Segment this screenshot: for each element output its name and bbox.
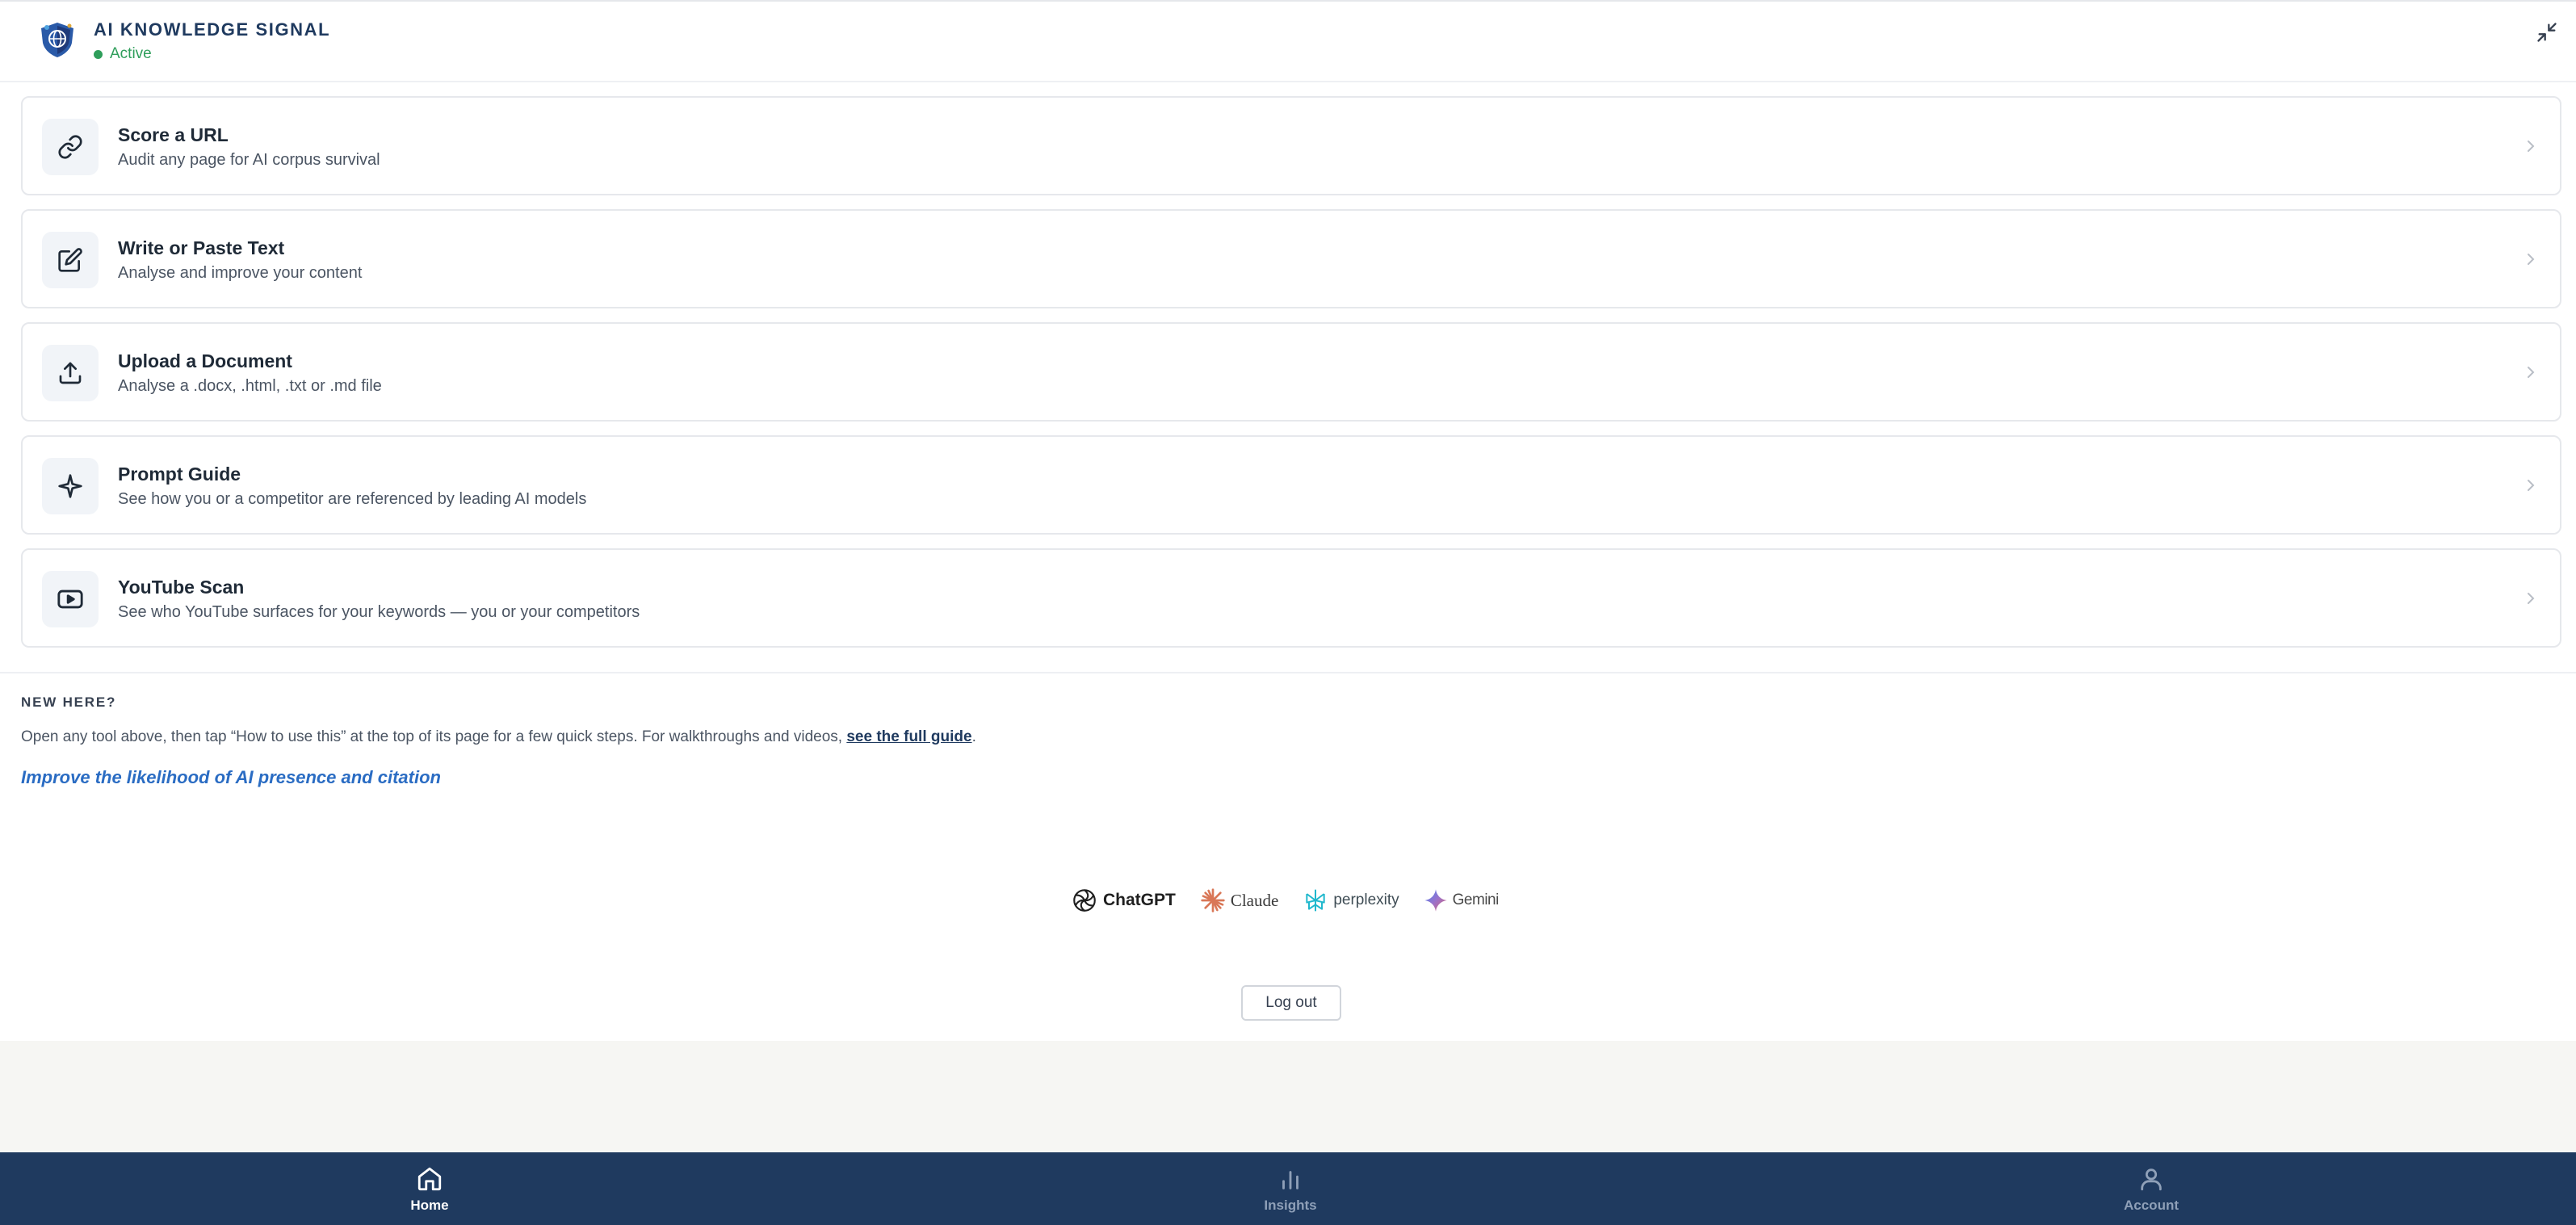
footer-spacer [0,1041,2576,1152]
chevron-right-icon [2528,480,2535,491]
status-dot [94,49,103,59]
card-subtitle: Audit any page for AI corpus survival [118,151,380,169]
nav-label: Home [410,1198,449,1213]
card-title: YouTube Scan [118,577,245,598]
youtube-icon [57,589,83,609]
app-title: AI KNOWLEDGE SIGNAL [94,19,331,40]
card-icon-box [42,458,99,514]
user-icon [2141,1168,2162,1191]
section-divider [0,672,2576,673]
gemini-sparkle-icon [1424,889,1447,912]
sparkle-icon [58,474,82,498]
new-here-heading: NEW HERE? [21,694,117,710]
app: AI KNOWLEDGE SIGNAL Active Score a URL A… [0,0,2576,1225]
nav-label: Insights [1264,1198,1317,1213]
home-icon [417,1167,442,1191]
tool-card-prompt-guide[interactable]: Prompt Guide See how you or a competitor… [21,435,2561,535]
tool-card-youtube-scan[interactable]: YouTube Scan See who YouTube surfaces fo… [21,548,2561,648]
card-icon-box [42,571,99,627]
upload-icon [59,362,82,384]
chevron-right-icon [2528,593,2535,604]
ai-model-name: Claude [1230,890,1279,910]
card-icon-box [42,119,99,175]
collapse-arrows-icon[interactable] [2536,21,2558,44]
new-here-text-after: . [971,728,976,745]
status-label: Active [110,45,152,62]
ai-model-name: Gemini [1452,891,1500,908]
card-subtitle: See how you or a competitor are referenc… [118,490,587,508]
card-title: Upload a Document [118,350,292,371]
gemini-logo: Gemini [1424,888,1499,912]
claude-logo: Claude [1200,887,1278,913]
card-icon-box [42,232,99,288]
perplexity-icon [1306,889,1325,912]
status-indicator: Active [94,45,152,63]
chevron-right-icon [2528,141,2535,152]
edit-icon [58,248,82,272]
claude-starburst-icon [1201,888,1225,912]
app-header: AI KNOWLEDGE SIGNAL Active [0,0,2576,82]
full-guide-link[interactable]: see the full guide [846,728,971,745]
openai-icon [1073,889,1096,912]
ai-model-name: ChatGPT [1103,891,1176,909]
bottom-nav: Home Insights Account [0,1152,2576,1225]
new-here-text-before: Open any tool above, then tap “How to us… [21,728,847,745]
bar-chart-icon [1282,1171,1298,1189]
nav-label: Account [2124,1198,2179,1213]
tool-list: Score a URL Audit any page for AI corpus… [21,96,2561,661]
card-subtitle: Analyse a .docx, .html, .txt or .md file [118,377,382,395]
tool-card-write-text[interactable]: Write or Paste Text Analyse and improve … [21,209,2561,308]
ai-model-name: perplexity [1333,891,1399,908]
card-icon-box [42,345,99,401]
perplexity-logo: perplexity [1303,887,1399,913]
chatgpt-logo: ChatGPT [1071,887,1176,914]
nav-item-insights[interactable]: Insights [1234,1165,1347,1217]
nav-item-account[interactable]: Account [2095,1165,2208,1217]
improve-ai-presence-link[interactable]: Improve the likelihood of AI presence an… [21,767,441,788]
new-here-text: Open any tool above, then tap “How to us… [21,728,976,746]
link-icon [58,135,82,159]
chevron-right-icon [2528,254,2535,265]
nav-item-home[interactable]: Home [373,1165,486,1217]
tool-card-upload-document[interactable]: Upload a Document Analyse a .docx, .html… [21,322,2561,422]
tool-card-score-url[interactable]: Score a URL Audit any page for AI corpus… [21,96,2561,195]
shield-globe-icon [41,23,73,57]
card-subtitle: See who YouTube surfaces for your keywor… [118,603,640,621]
card-title: Write or Paste Text [118,237,285,258]
chevron-right-icon [2528,367,2535,378]
card-title: Score a URL [118,124,229,145]
card-subtitle: Analyse and improve your content [118,264,363,282]
card-title: Prompt Guide [118,464,241,485]
ai-model-logos: ChatGPT Claude perplexity Gemini [1071,886,1523,915]
logout-button[interactable]: Log out [1241,985,1341,1021]
